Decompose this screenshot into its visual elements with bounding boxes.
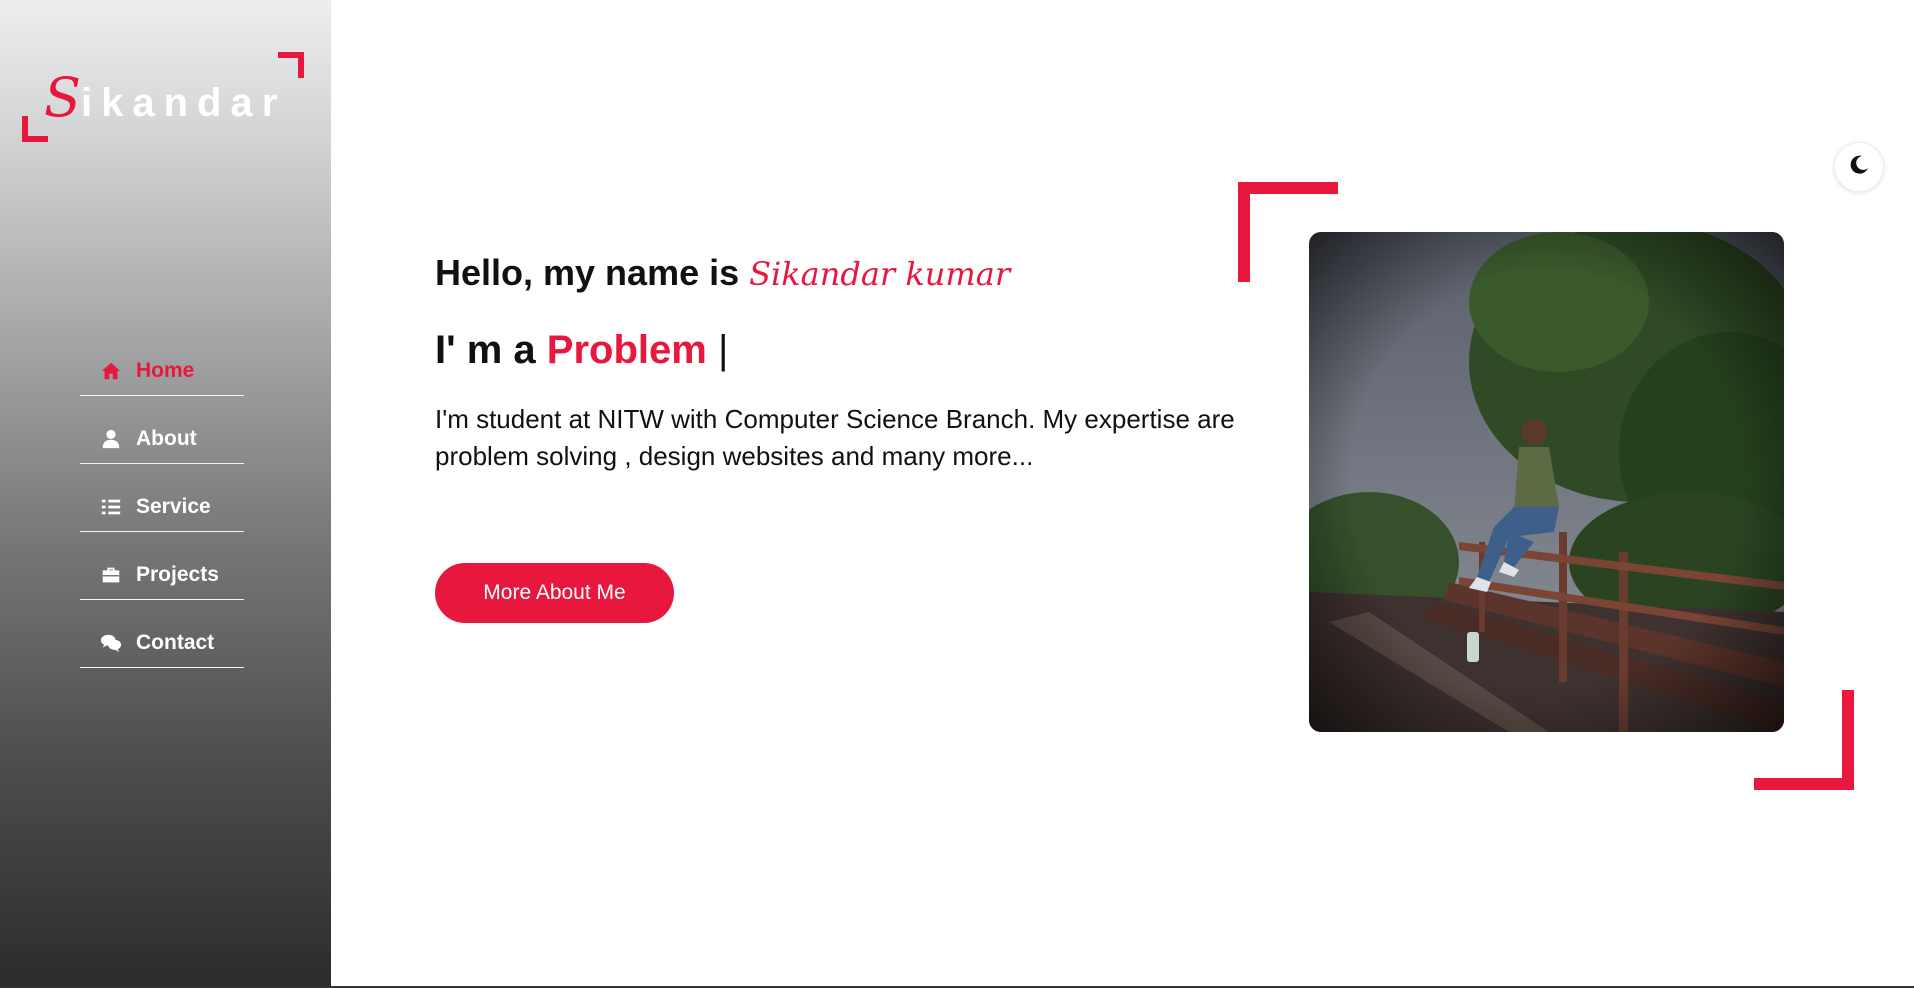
theme-toggle-button[interactable] [1834,142,1884,192]
more-about-me-button[interactable]: More About Me [435,563,674,623]
list-icon [98,496,124,518]
nav-item-label: Home [136,359,195,382]
moon-icon [1847,153,1871,182]
greeting-heading: Hello, my name is Sikandar kumar [435,252,1010,294]
nav-item-home[interactable]: Home [80,347,244,396]
nav-item-label: Service [136,495,211,518]
nav-item-projects[interactable]: Projects [80,551,244,600]
owner-name: Sikandar kumar [749,255,1011,293]
sidebar: Sikandar Home About Service Projects Con… [0,0,331,986]
main-nav: Home About Service Projects Contact [80,347,244,687]
logo[interactable]: Sikandar [22,52,304,142]
nav-item-label: About [136,427,197,450]
user-icon [98,428,124,450]
typing-cursor: | [717,328,729,372]
logo-initial: S [44,66,81,129]
nav-item-label: Projects [136,563,219,586]
role-typed-text: Problem [546,328,707,372]
nav-item-label: Contact [136,631,215,654]
logo-text: Sikandar [44,66,286,129]
nav-item-about[interactable]: About [80,415,244,464]
profile-photo [1309,232,1784,732]
briefcase-icon [98,564,124,586]
greeting-text: Hello, my name is [435,252,750,293]
nav-item-service[interactable]: Service [80,483,244,532]
comments-icon [98,632,124,654]
role-prefix: I' m a [435,328,547,372]
nav-item-contact[interactable]: Contact [80,619,244,668]
home-icon [98,360,124,382]
role-heading: I' m a Problem | [435,328,728,373]
intro-description: I'm student at NITW with Computer Scienc… [435,404,1235,471]
logo-rest: ikandar [81,81,287,125]
